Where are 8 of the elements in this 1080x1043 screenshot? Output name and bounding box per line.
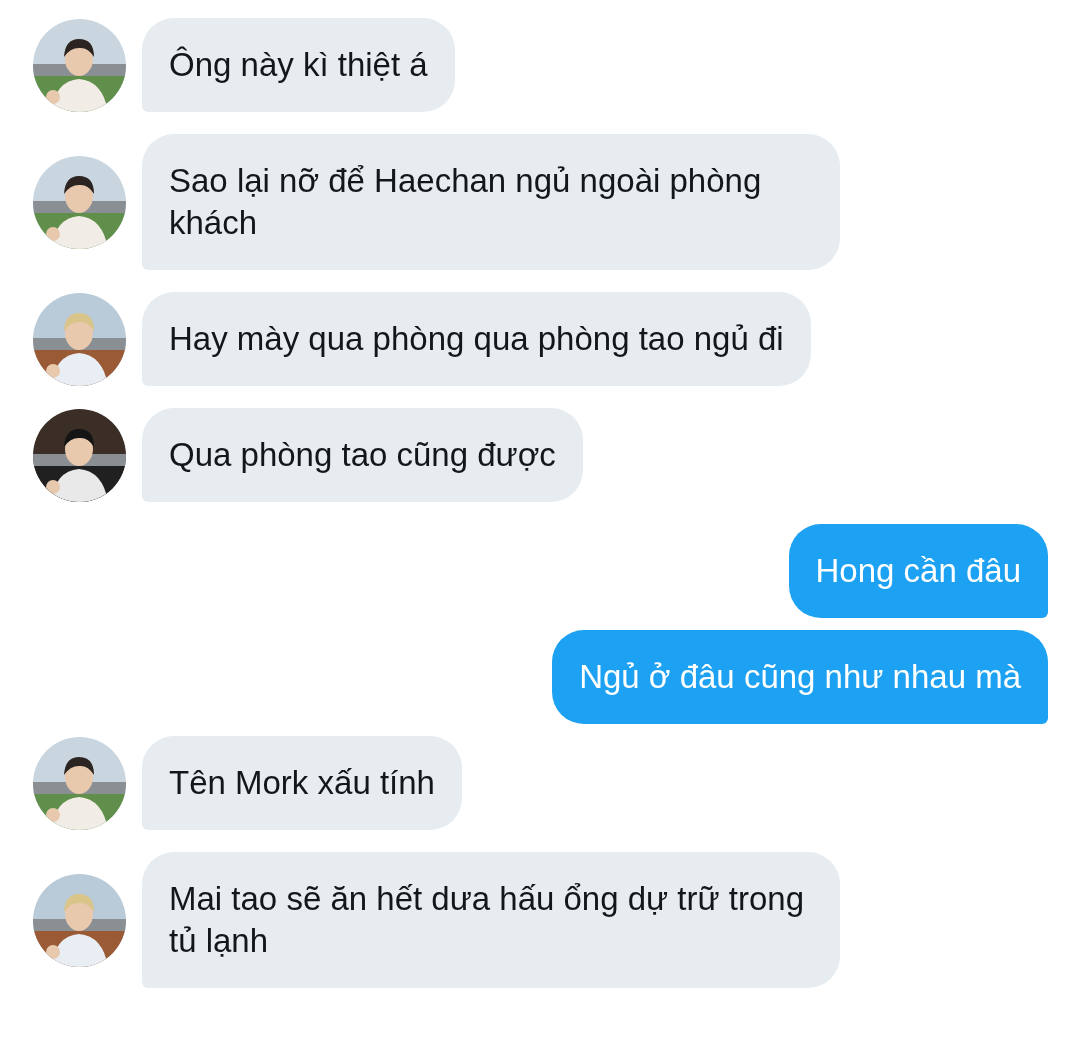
message-bubble: Mai tao sẽ ăn hết dưa hấu ổng dự trữ trong tủ lạnh xyxy=(142,852,840,988)
message-bubble: Sao lại nỡ để Haechan ngủ ngoài phòng khách xyxy=(142,134,840,270)
message-bubble: Hay mày qua phòng qua phòng tao ngủ đi xyxy=(142,292,811,386)
message-bubble: Hong cần đâu xyxy=(788,524,1048,618)
message-bubble: Qua phòng tao cũng được xyxy=(142,408,583,502)
message-bubble: Ông này kì thiệt á xyxy=(142,18,455,112)
message-bubble: Ngủ ở đâu cũng như nhau mà xyxy=(552,630,1048,724)
message-bubble: Tên Mork xấu tính xyxy=(142,736,462,830)
